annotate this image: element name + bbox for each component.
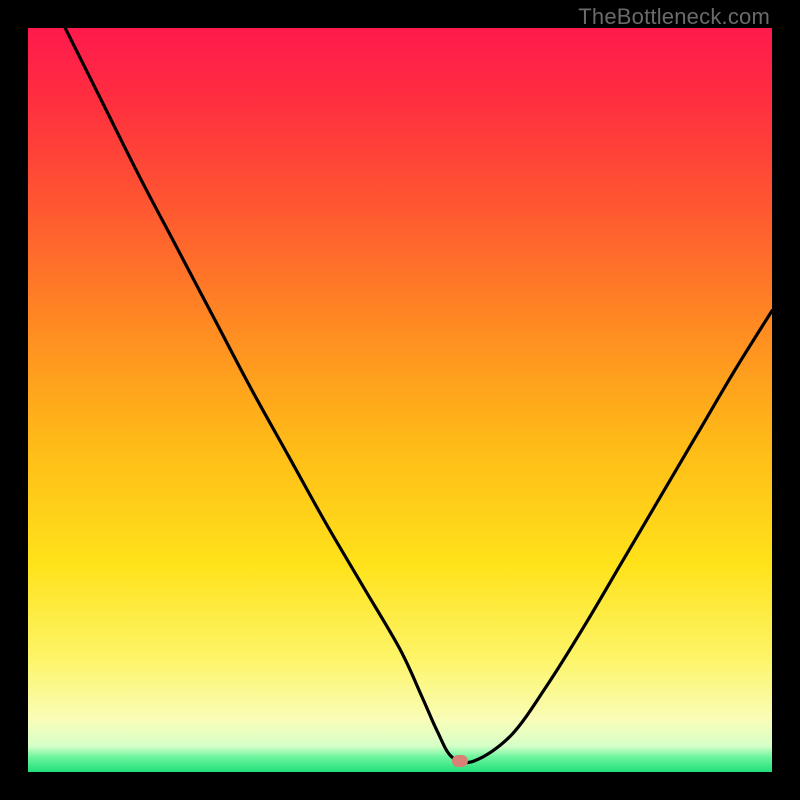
chart-frame: TheBottleneck.com xyxy=(0,0,800,800)
bottleneck-curve xyxy=(28,28,772,772)
plot-area xyxy=(28,28,772,772)
watermark-text: TheBottleneck.com xyxy=(578,4,770,30)
optimum-marker xyxy=(452,755,468,767)
